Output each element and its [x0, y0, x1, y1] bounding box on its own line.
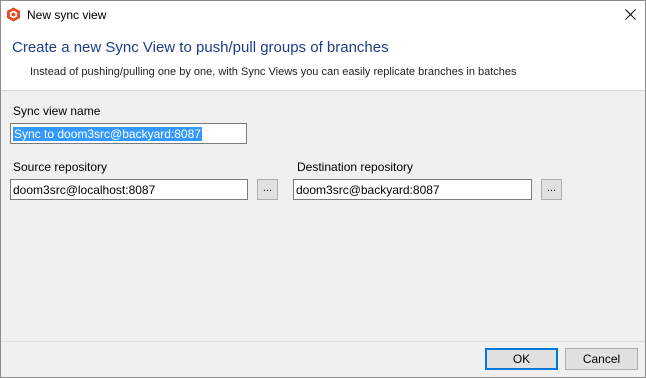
source-browse-button[interactable]: ...: [257, 179, 278, 200]
sync-view-name-input[interactable]: Sync to doom3src@backyard:8087: [10, 123, 247, 144]
destination-repository-input[interactable]: doom3src@backyard:8087: [293, 179, 532, 200]
title-bar: New sync view: [1, 1, 645, 30]
source-repository-input[interactable]: doom3src@localhost:8087: [10, 179, 248, 200]
destination-repository-label: Destination repository: [297, 160, 414, 174]
ok-button[interactable]: OK: [485, 348, 558, 370]
dialog-header: Create a new Sync View to push/pull grou…: [1, 30, 645, 91]
cancel-button[interactable]: Cancel: [565, 348, 638, 370]
source-repository-label: Source repository: [13, 160, 108, 174]
new-sync-view-dialog: New sync view Create a new Sync View to …: [0, 0, 646, 378]
sync-view-name-selected-text: Sync to doom3src@backyard:8087: [13, 127, 202, 141]
close-button[interactable]: [615, 1, 645, 30]
sync-view-name-label: Sync view name: [13, 104, 101, 118]
dialog-footer: OK Cancel: [1, 341, 645, 377]
header-subtitle: Instead of pushing/pulling one by one, w…: [30, 66, 517, 78]
header-title: Create a new Sync View to push/pull grou…: [12, 39, 389, 56]
plastic-scm-app-icon: [6, 7, 21, 22]
window-title: New sync view: [27, 8, 107, 22]
close-icon[interactable]: [624, 8, 636, 23]
destination-browse-button[interactable]: ...: [541, 179, 562, 200]
